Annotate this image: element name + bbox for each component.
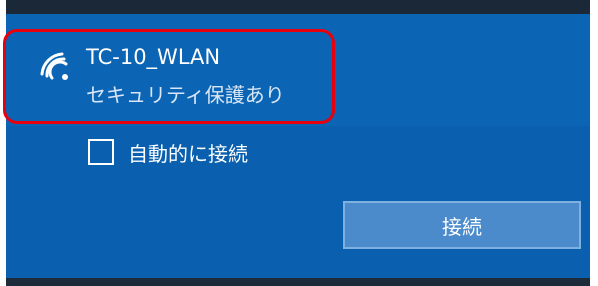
highlight-annotation bbox=[3, 29, 335, 124]
auto-connect-label: 自動的に接続 bbox=[128, 141, 248, 166]
connect-button[interactable]: 接続 bbox=[343, 201, 581, 249]
taskbar-edge-bottom bbox=[6, 278, 590, 286]
taskbar-edge-top bbox=[6, 0, 590, 14]
auto-connect-checkbox[interactable] bbox=[88, 139, 114, 165]
auto-connect-option[interactable]: 自動的に接続 bbox=[88, 137, 248, 167]
wifi-flyout: TC-10_WLAN セキュリティ保護あり 自動的に接続 接続 bbox=[0, 0, 598, 286]
